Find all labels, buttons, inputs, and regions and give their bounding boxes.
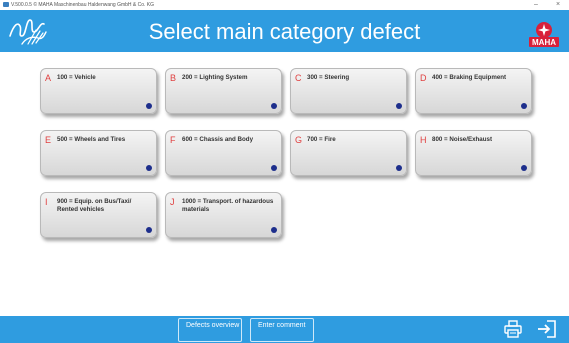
category-button-c[interactable]: C 300 = Steering [290,68,407,114]
indicator-dot-icon [396,165,402,171]
category-letter: D [420,73,427,83]
category-label: 300 = Steering [307,74,350,81]
category-button-d[interactable]: D 400 = Braking Equipment [415,68,532,114]
indicator-dot-icon [521,165,527,171]
exit-door-icon[interactable] [537,319,557,339]
category-letter: E [45,135,52,145]
category-label: 100 = Vehicle [57,74,96,81]
category-button-a[interactable]: A 100 = Vehicle [40,68,157,114]
category-letter: G [295,135,303,145]
window-title: V.500.0.5 © MAHA Maschinenbau Haldenwang… [11,2,155,8]
category-label: 500 = Wheels and Tires [57,136,126,143]
indicator-dot-icon [521,103,527,109]
indicator-dot-icon [396,103,402,109]
category-letter: F [170,135,176,145]
defects-overview-button[interactable]: Defects overview [178,318,242,342]
category-button-h[interactable]: H 800 = Noise/Exhaust [415,130,532,176]
indicator-dot-icon [146,165,152,171]
page-title: Select main category defect [148,19,421,44]
category-button-e[interactable]: E 500 = Wheels and Tires [40,130,157,176]
category-label: 400 = Braking Equipment [432,74,507,81]
category-letter: B [170,73,177,83]
category-letter: I [45,197,48,207]
indicator-dot-icon [146,227,152,233]
category-button-j[interactable]: J 1000 = Transport. of hazardous materia… [165,192,282,238]
category-label: 600 = Chassis and Body [182,136,254,143]
footer-bar: Defects overview Enter comment [0,316,569,343]
maha-logo: MAHA [529,22,559,47]
category-letter: H [420,135,427,145]
category-button-f[interactable]: F 600 = Chassis and Body [165,130,282,176]
category-button-i[interactable]: I 900 = Equip. on Bus/Taxi/ Rented vehic… [40,192,157,238]
window-titlebar: V.500.0.5 © MAHA Maschinenbau Haldenwang… [0,0,569,10]
category-grid: A 100 = Vehicle B 200 = Lighting System … [0,52,569,316]
svg-text:MAHA: MAHA [532,38,556,47]
category-letter: J [170,197,175,207]
category-label: 800 = Noise/Exhaust [432,136,493,143]
minimize-button[interactable]: – [529,0,543,10]
category-label: 200 = Lighting System [182,74,248,81]
category-button-b[interactable]: B 200 = Lighting System [165,68,282,114]
category-button-g[interactable]: G 700 = Fire [290,130,407,176]
category-letter: A [45,73,52,83]
indicator-dot-icon [271,227,277,233]
indicator-dot-icon [146,103,152,109]
header-bar: Select main category defect MAHA [0,10,569,52]
enter-comment-button[interactable]: Enter comment [250,318,314,342]
app-icon [3,2,9,7]
category-letter: C [295,73,302,83]
indicator-dot-icon [271,165,277,171]
close-button[interactable]: × [551,0,565,10]
indicator-dot-icon [271,103,277,109]
printer-icon[interactable] [504,320,522,338]
category-label: 900 = Equip. on Bus/Taxi/ Rented vehicle… [57,198,132,213]
category-label: 700 = Fire [307,136,336,143]
category-label: 1000 = Transport. of hazardous materials [182,198,274,213]
